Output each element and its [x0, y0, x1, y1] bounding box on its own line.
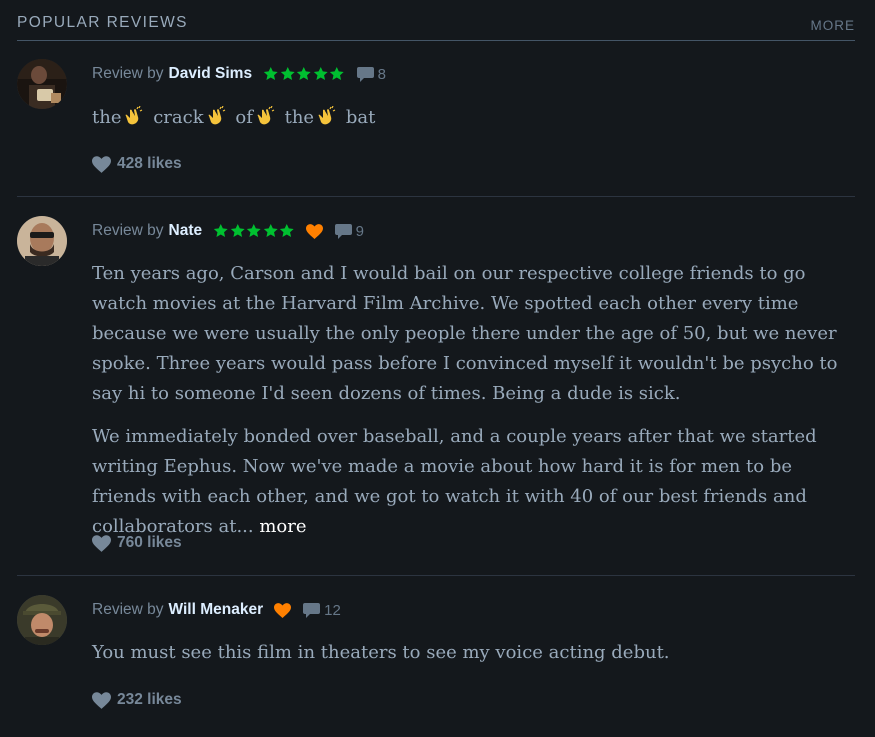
- more-reviews-link[interactable]: MORE: [811, 18, 856, 40]
- section-title: POPULAR REVIEWS: [17, 14, 188, 31]
- comment-count: 12: [324, 601, 341, 619]
- star-icon: [329, 67, 344, 81]
- review-word: the: [92, 107, 122, 128]
- clapping-hands-icon: [256, 105, 276, 136]
- avatar[interactable]: [17, 59, 67, 109]
- star-icon: [313, 67, 328, 81]
- divider: [17, 575, 855, 576]
- review-author[interactable]: Will Menaker: [169, 601, 264, 619]
- comments-link[interactable]: 8: [356, 65, 386, 83]
- comments-link[interactable]: 9: [334, 222, 364, 240]
- star-icon: [280, 67, 295, 81]
- review-meta: Review by Nate 9: [92, 221, 364, 241]
- star-icon: [230, 224, 245, 238]
- section-header: POPULAR REVIEWS MORE: [17, 0, 855, 41]
- review-author[interactable]: David Sims: [169, 65, 253, 83]
- review-paragraph-text: We immediately bonded over baseball, and…: [92, 426, 817, 537]
- review-word: of: [235, 107, 253, 128]
- review-body: You must see this film in theaters to se…: [92, 638, 857, 668]
- likes-count: 760 likes: [117, 534, 182, 551]
- likes-count: 428 likes: [117, 155, 182, 172]
- divider: [17, 196, 855, 197]
- popular-reviews-section: POPULAR REVIEWS MORE Review by David Sim…: [17, 0, 855, 709]
- comment-count: 8: [377, 65, 386, 83]
- read-more-link[interactable]: more: [259, 516, 306, 537]
- review-by-label: Review by: [92, 222, 164, 239]
- star-icon: [296, 67, 311, 81]
- comment-icon: [303, 602, 321, 618]
- liked-heart-icon: [274, 602, 292, 618]
- likes-link[interactable]: 428 likes: [92, 155, 182, 173]
- review-paragraph: You must see this film in theaters to se…: [92, 642, 670, 663]
- star-icon: [263, 224, 278, 238]
- review-meta: Review by Will Menaker 12: [92, 600, 341, 620]
- star-rating: [213, 223, 295, 239]
- star-icon: [279, 224, 294, 238]
- comment-count: 9: [355, 222, 364, 240]
- review-by-label: Review by: [92, 65, 164, 82]
- review-body: Ten years ago, Carson and I would bail o…: [92, 259, 857, 542]
- clapping-hands-icon: [207, 105, 227, 136]
- review-author[interactable]: Nate: [169, 222, 203, 240]
- star-rating: [263, 66, 345, 82]
- clapping-hands-icon: [317, 105, 337, 136]
- avatar[interactable]: [17, 595, 67, 645]
- comment-icon: [356, 66, 374, 82]
- likes-count: 232 likes: [117, 691, 182, 708]
- heart-icon: [92, 534, 111, 552]
- heart-icon: [92, 691, 111, 709]
- review-paragraph: Ten years ago, Carson and I would bail o…: [92, 263, 838, 404]
- review-paragraph: We immediately bonded over baseball, and…: [92, 422, 857, 542]
- star-icon: [263, 67, 278, 81]
- review-word: crack: [153, 107, 204, 128]
- comments-link[interactable]: 12: [303, 602, 341, 619]
- clapping-hands-icon: [124, 105, 144, 136]
- review-by-label: Review by: [92, 601, 164, 618]
- liked-heart-icon: [305, 223, 323, 239]
- review-body: the crack of the bat: [92, 103, 857, 136]
- review-meta: Review by David Sims 8: [92, 64, 386, 84]
- review-word: the: [284, 107, 315, 128]
- likes-link[interactable]: 760 likes: [92, 534, 182, 552]
- star-icon: [213, 224, 228, 238]
- star-icon: [246, 224, 261, 238]
- review-paragraph: the crack of the bat: [92, 103, 857, 136]
- heart-icon: [92, 155, 111, 173]
- review-word: bat: [345, 107, 376, 128]
- avatar[interactable]: [17, 216, 67, 266]
- likes-link[interactable]: 232 likes: [92, 691, 182, 709]
- comment-icon: [334, 223, 352, 239]
